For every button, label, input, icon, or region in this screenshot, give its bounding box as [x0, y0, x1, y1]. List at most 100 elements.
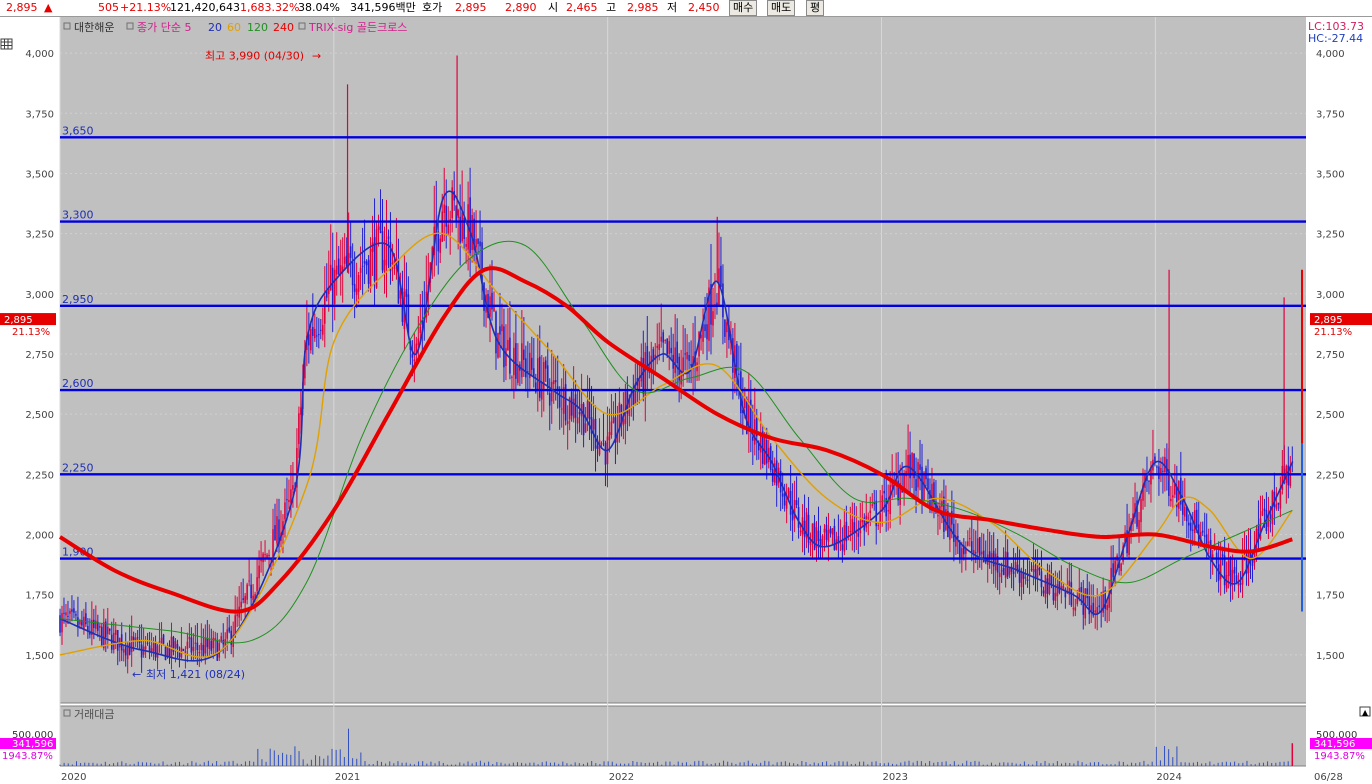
x-tick-end: 06/28: [1314, 772, 1343, 783]
candle-body: [367, 259, 370, 284]
evaluate-button[interactable]: 평: [806, 0, 825, 16]
hline-label: 3,300: [62, 209, 94, 222]
candle-body: [1227, 560, 1230, 577]
candle-body: [750, 399, 752, 433]
candle-body: [312, 326, 314, 336]
candle-body: [831, 528, 834, 535]
candle-body: [501, 324, 503, 332]
candle-body: [849, 530, 852, 532]
candle-body: [337, 258, 340, 275]
candle-body: [980, 551, 983, 555]
candle-body: [204, 637, 207, 654]
candle-body: [1154, 456, 1156, 462]
y-tick-left: 3,500: [25, 169, 54, 180]
y-tick-right: 2,000: [1316, 531, 1345, 542]
candle-body: [331, 267, 334, 305]
candle-body: [1086, 588, 1089, 599]
candle-body: [726, 322, 728, 333]
change-value: 505: [98, 1, 119, 14]
candle-body: [128, 643, 131, 655]
candle-body: [602, 440, 605, 442]
candle-body: [497, 332, 499, 358]
candle-body: [1036, 564, 1039, 578]
candle-body: [176, 644, 179, 649]
candle-body: [144, 646, 147, 650]
candle-body: [276, 516, 278, 544]
right-axis-panel: [1306, 17, 1372, 784]
candle-body: [586, 401, 589, 419]
candle-body: [286, 499, 288, 501]
candle-body: [319, 329, 322, 331]
volume-plot-area[interactable]: [60, 706, 1306, 766]
candle-body: [1090, 605, 1093, 612]
sell-button[interactable]: 매도: [767, 0, 796, 16]
candle-body: [829, 528, 832, 534]
candle-body: [994, 553, 997, 571]
buy-button[interactable]: 매수: [729, 0, 758, 16]
candle-body: [495, 311, 497, 354]
candle-body: [441, 211, 444, 242]
candle-body: [523, 349, 525, 360]
candle-body: [515, 343, 517, 379]
candle-body: [73, 608, 75, 613]
candle-body: [1026, 579, 1029, 582]
candle-body: [208, 638, 211, 649]
candle-body: [216, 641, 219, 661]
candle-body: [192, 646, 195, 651]
candle-body: [887, 510, 889, 512]
candle-body: [363, 261, 366, 264]
candle-body: [976, 538, 979, 553]
volume-scale-button[interactable]: ▲: [1359, 706, 1371, 717]
y-tick-right: 2,250: [1316, 470, 1345, 481]
candle-body: [405, 289, 408, 297]
y-tick-right: 1,750: [1316, 591, 1345, 602]
candle-body: [1084, 588, 1087, 619]
candle-body: [827, 529, 830, 542]
candle-body: [538, 356, 541, 398]
volume-percent: 1,683.32%: [240, 1, 300, 14]
candle-body: [383, 259, 386, 272]
candle-body: [95, 620, 97, 629]
candle-body: [572, 398, 575, 419]
candle-body: [1000, 570, 1003, 572]
bid-value: 2,890: [505, 1, 537, 14]
candle-body: [343, 256, 346, 264]
candle-body: [1072, 608, 1075, 610]
candle-body: [1054, 592, 1057, 601]
candle-body: [517, 366, 519, 383]
candle-body: [479, 241, 481, 247]
candle-body: [178, 652, 181, 658]
candle-body: [656, 345, 659, 348]
candle-body: [1074, 607, 1077, 611]
quote-bar: 2,895 ▲ 505 +21.13% 121,420,643 1,683.32…: [0, 0, 1372, 17]
candle-body: [1182, 500, 1184, 515]
candle-body: [71, 609, 73, 612]
y-tick-left: 2,750: [25, 350, 54, 361]
candle-body: [706, 324, 708, 340]
candle-body: [1032, 565, 1035, 573]
candle-body: [1002, 567, 1005, 575]
candle-body: [381, 231, 384, 271]
candle-body: [335, 265, 338, 275]
candle-body: [857, 533, 860, 537]
candle-body: [544, 360, 547, 369]
candle-body: [361, 265, 364, 267]
candle-body: [61, 613, 63, 633]
hline-label: 2,250: [62, 461, 94, 474]
candle-body: [1275, 504, 1278, 509]
candle-body: [242, 598, 244, 601]
candle-body: [536, 358, 539, 390]
candle-body: [1184, 506, 1186, 517]
candle-body: [1170, 498, 1172, 502]
candle-body: [724, 319, 726, 337]
candle-body: [93, 619, 95, 629]
candle-body: [546, 365, 549, 388]
table-icon[interactable]: [0, 38, 13, 50]
candle-body: [1229, 557, 1232, 587]
candle-body: [445, 205, 448, 227]
candle-body: [246, 584, 248, 600]
candle-body: [188, 636, 191, 640]
candle-body: [69, 610, 71, 614]
candle-body: [122, 649, 125, 653]
candle-body: [509, 337, 511, 374]
